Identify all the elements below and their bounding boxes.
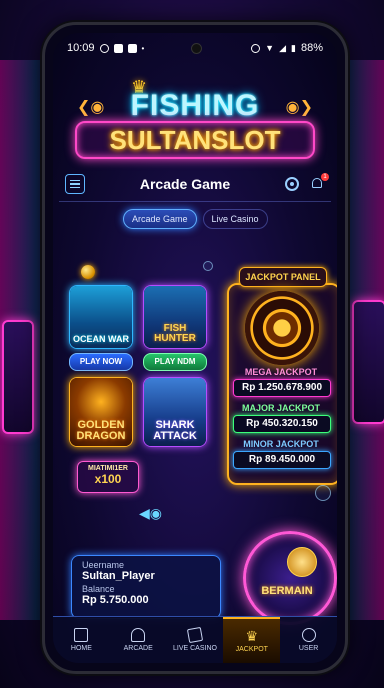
logo-line-2: SULTANSLOT	[75, 121, 315, 159]
status-bar: 10:09 • ▼ ◢ ▮ 88%	[53, 33, 337, 63]
username-value: Sultan_Player	[82, 570, 155, 582]
nav-user[interactable]: USER	[280, 617, 337, 663]
logo-line-1: FISHING	[130, 89, 260, 122]
game-tabs: Arcade Game Live Casino	[123, 209, 268, 229]
whatsapp-icon	[99, 43, 109, 53]
play-button-main[interactable]	[243, 531, 337, 625]
crown-icon: ♛	[245, 628, 259, 644]
nav-label: USER	[298, 645, 319, 652]
jackpot-panel-title: JACKPOT PANEL	[239, 267, 327, 287]
bubble	[315, 485, 331, 501]
app-logo: ♛ ❮◉ ◉❯ FISHING SULTANSLOT	[73, 77, 317, 159]
user-icon	[301, 628, 316, 642]
minor-jackpot-label: MINOR JACKPOT	[243, 439, 319, 449]
nav-arcade[interactable]: ARCADE	[110, 617, 167, 663]
major-jackpot-label: MAJOR JACKPOT	[241, 403, 320, 413]
media-icon	[127, 43, 137, 53]
phone-frame: 10:09 • ▼ ◢ ▮ 88% ♛ ❮◉ ◉❯ FISHING SULTAN…	[42, 22, 348, 674]
game-title: FISH HUNTER	[154, 323, 196, 344]
app-screen: 10:09 • ▼ ◢ ▮ 88% ♛ ❮◉ ◉❯ FISHING SULTAN…	[53, 33, 337, 663]
nav-label: HOME	[70, 645, 92, 652]
signal-icon: ◢	[279, 42, 287, 53]
arcade-machine-right	[352, 300, 384, 424]
battery-level: 88%	[300, 42, 323, 54]
nav-live-casino[interactable]: LIVE CASINO	[167, 617, 224, 663]
gold-coin-icon	[287, 547, 317, 577]
nav-label: LIVE CASINO	[173, 645, 217, 652]
bell-icon[interactable]: 1	[311, 173, 329, 191]
wifi-icon: ▼	[265, 43, 275, 53]
nav-label: JACKPOT	[235, 646, 268, 653]
arcade-machine-left	[2, 320, 34, 434]
major-jackpot-value: Rp 450.320.150	[233, 415, 331, 433]
game-title: OCEAN WAR	[73, 334, 129, 344]
gold-coin	[81, 265, 95, 279]
home-icon	[74, 628, 89, 642]
username-label: Ueername	[82, 560, 125, 570]
game-card-fish-hunter[interactable]: FISH HUNTER	[143, 285, 207, 349]
multiplier-value: x100	[94, 472, 122, 486]
menu-button[interactable]	[65, 174, 85, 194]
dnd-icon	[251, 43, 261, 53]
youtube-icon	[113, 43, 123, 53]
cards-icon	[186, 626, 204, 644]
jackpot-wheel	[245, 291, 319, 365]
multiplier-badge: MIATIMI1ER x100	[77, 461, 139, 493]
tab-live-casino[interactable]: Live Casino	[202, 209, 268, 229]
balance-value: Rp 5.750.000	[82, 594, 149, 606]
game-card-shark-attack[interactable]: SHARK ATTACK	[143, 377, 207, 447]
minor-jackpot-value: Rp 89.450.000	[233, 451, 331, 469]
balance-label: Balance	[82, 584, 115, 594]
game-card-ocean-war[interactable]: OCEAN WAR	[69, 285, 133, 349]
nav-jackpot[interactable]: ♛ JACKPOT	[223, 617, 281, 663]
tab-arcade-game[interactable]: Arcade Game	[123, 209, 197, 229]
play-button-label[interactable]: BERMAIN	[243, 585, 331, 597]
front-camera	[191, 43, 202, 54]
multiplier-label: MIATIMI1ER	[88, 465, 128, 472]
mega-jackpot-label: MEGA JACKPOT	[244, 367, 318, 377]
mega-jackpot-value: Rp 1.250.678.900	[233, 379, 331, 397]
bottom-navigation: HOME ARCADE LIVE CASINO ♛ JACKPOT USER	[53, 616, 337, 663]
nav-home[interactable]: HOME	[53, 617, 110, 663]
fish-icon: ◀◉	[139, 505, 162, 521]
game-card-golden-dragon[interactable]: GOLDEN DRAGON	[69, 377, 133, 447]
dot-icon: •	[141, 43, 145, 53]
play-now-button[interactable]: PLAY NOW	[69, 353, 133, 371]
play-button[interactable]: PLAY NDM	[143, 353, 207, 371]
clock: 10:09	[67, 42, 95, 54]
arcade-icon	[131, 628, 146, 642]
battery-icon: ▮	[291, 42, 296, 53]
game-title: GOLDEN DRAGON	[76, 419, 126, 442]
gear-icon[interactable]	[285, 177, 299, 191]
app-header: Arcade Game 1	[59, 167, 331, 202]
nav-label: ARCADE	[123, 645, 153, 652]
notification-badge: 1	[321, 173, 329, 181]
bubble	[203, 261, 213, 271]
user-info-panel: Ueername Sultan_Player Balance Rp 5.750.…	[71, 555, 221, 619]
page-title: Arcade Game	[139, 176, 231, 192]
game-title: SHARK ATTACK	[153, 419, 197, 442]
